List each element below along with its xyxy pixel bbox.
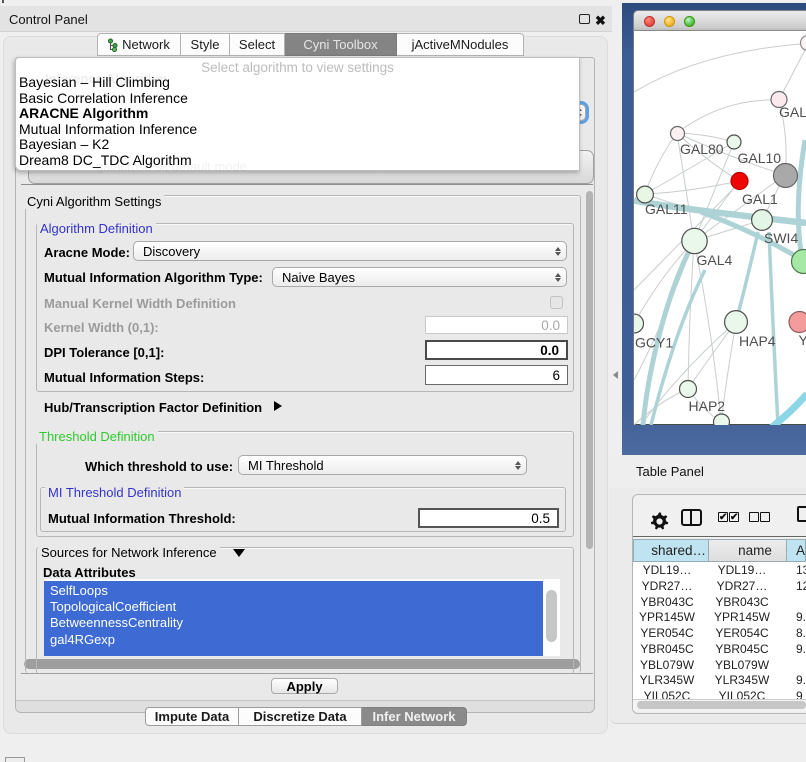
svg-text:GAL4: GAL4	[697, 252, 733, 268]
svg-text:GCY1: GCY1	[635, 335, 673, 351]
svg-text:GAL: GAL	[779, 104, 806, 120]
svg-text:SWI4: SWI4	[764, 230, 798, 246]
svg-text:HAP4: HAP4	[739, 333, 776, 349]
svg-text:GAL1: GAL1	[742, 191, 778, 207]
svg-text:GAL11: GAL11	[645, 201, 688, 217]
svg-text:Y: Y	[799, 332, 806, 348]
svg-text:GAL80: GAL80	[680, 141, 724, 157]
svg-text:GAL10: GAL10	[738, 150, 782, 166]
svg-text:HAP2: HAP2	[689, 398, 726, 414]
